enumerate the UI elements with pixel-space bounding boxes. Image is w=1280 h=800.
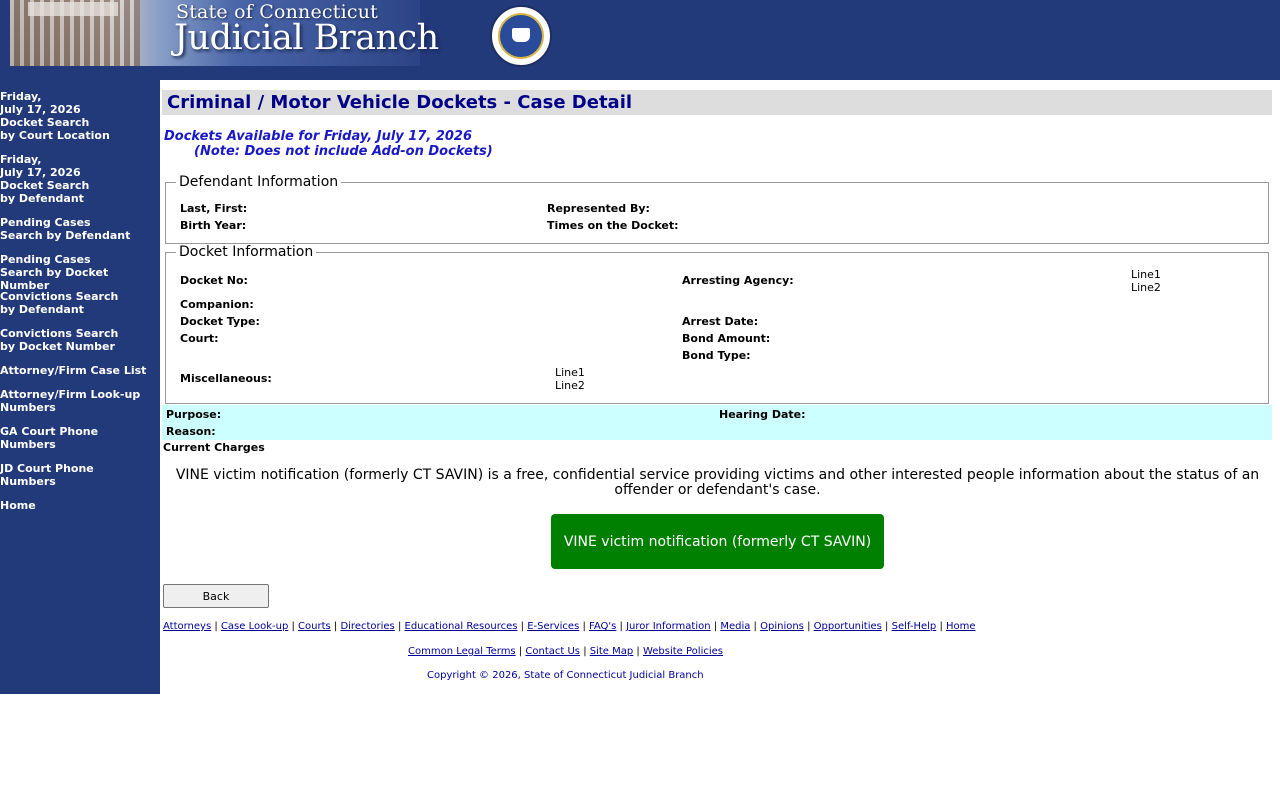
seal-book-icon	[512, 28, 530, 42]
defendant-info-fieldset: Defendant Information Last, First: Birth…	[165, 174, 1269, 244]
docket-info-legend: Docket Information	[176, 244, 317, 260]
sidebar-item-jd-phone[interactable]: JD Court Phone Numbers	[0, 462, 160, 488]
agency-line1: Line1	[1131, 268, 1161, 281]
footer-link-faqs[interactable]: FAQ's	[589, 621, 616, 632]
hearing-date-label: Hearing Date:	[719, 408, 806, 421]
footer-link-website-policies[interactable]: Website Policies	[643, 646, 723, 657]
court-label: Court:	[180, 332, 219, 345]
dockets-available-heading: Dockets Available for Friday, July 17, 2…	[164, 129, 493, 159]
sidebar-item-ga-phone[interactable]: GA Court Phone Numbers	[0, 425, 160, 451]
footer-link-directories[interactable]: Directories	[340, 621, 394, 632]
times-on-docket-label: Times on the Docket:	[547, 219, 679, 232]
courthouse-roof	[28, 2, 118, 16]
sidebar-item-docket-by-location[interactable]: Friday, July 17, 2026 Docket Search by C…	[0, 90, 160, 142]
docket-info-fieldset: Docket Information Docket No: Arresting …	[165, 244, 1269, 404]
docket-type-label: Docket Type:	[180, 315, 260, 328]
current-charges-label: Current Charges	[163, 441, 265, 454]
banner-title: Judicial Branch	[174, 18, 439, 58]
sidebar-item-pending-by-defendant[interactable]: Pending Cases Search by Defendant	[0, 216, 160, 242]
footer-link-opportunities[interactable]: Opportunities	[814, 621, 882, 632]
vine-notification-button[interactable]: VINE victim notification (formerly CT SA…	[551, 514, 884, 569]
sidebar-item-pending-by-docket[interactable]: Pending Cases Search by Docket Number	[0, 253, 160, 292]
seal-center	[498, 13, 544, 59]
sidebar-item-docket-by-defendant[interactable]: Friday, July 17, 2026 Docket Search by D…	[0, 153, 160, 205]
reason-label: Reason:	[166, 425, 216, 438]
birth-year-label: Birth Year:	[180, 219, 247, 232]
sidebar-item-convictions-by-docket[interactable]: Convictions Search by Docket Number	[0, 327, 160, 353]
purpose-label: Purpose:	[166, 408, 222, 421]
footer-link-attorneys[interactable]: Attorneys	[163, 621, 211, 632]
sidebar-item-home[interactable]: Home	[0, 499, 160, 512]
arrest-date-label: Arrest Date:	[682, 315, 759, 328]
back-button[interactable]: Back	[163, 584, 269, 608]
footer-link-case-lookup[interactable]: Case Look-up	[221, 621, 288, 632]
last-first-label: Last, First:	[180, 202, 248, 215]
agency-line2: Line2	[1131, 281, 1161, 294]
footer-link-legal-terms[interactable]: Common Legal Terms	[408, 646, 516, 657]
footer-link-self-help[interactable]: Self-Help	[892, 621, 937, 632]
page-title: Criminal / Motor Vehicle Dockets - Case …	[167, 92, 633, 113]
footer-link-courts[interactable]: Courts	[298, 621, 331, 632]
footer-link-home[interactable]: Home	[946, 621, 976, 632]
footer-link-juror-information[interactable]: Juror Information	[626, 621, 710, 632]
vine-description: VINE victim notification (formerly CT SA…	[175, 467, 1260, 498]
judicial-seal-icon	[490, 5, 552, 67]
footer-link-educational-resources[interactable]: Educational Resources	[405, 621, 518, 632]
footer-link-media[interactable]: Media	[720, 621, 750, 632]
sidebar-nav: Friday, July 17, 2026 Docket Search by C…	[0, 80, 160, 694]
page-title-bar: Criminal / Motor Vehicle Dockets - Case …	[162, 90, 1272, 115]
add-on-note: (Note: Does not include Add-on Dockets)	[194, 144, 493, 159]
misc-line2: Line2	[555, 379, 585, 392]
footer-link-contact-us[interactable]: Contact Us	[525, 646, 580, 657]
footer-link-opinions[interactable]: Opinions	[760, 621, 804, 632]
footer-link-e-services[interactable]: E-Services	[527, 621, 579, 632]
defendant-info-legend: Defendant Information	[176, 174, 342, 190]
misc-line1: Line1	[555, 366, 585, 379]
represented-by-label: Represented By:	[547, 202, 650, 215]
sidebar-item-attorney-lookup[interactable]: Attorney/Firm Look-up Numbers	[0, 388, 160, 414]
dockets-available-text: Dockets Available for Friday, July 17, 2…	[164, 129, 473, 144]
bond-type-label: Bond Type:	[682, 349, 751, 362]
footer-links-secondary: Common Legal Terms | Contact Us | Site M…	[408, 646, 723, 657]
footer-links-primary: Attorneys | Case Look-up | Courts | Dire…	[163, 621, 976, 632]
miscellaneous-label: Miscellaneous:	[180, 372, 272, 385]
docket-no-label: Docket No:	[180, 274, 248, 287]
copyright-text: Copyright © 2026, State of Connecticut J…	[427, 670, 704, 681]
hearing-info-panel: Purpose: Hearing Date: Reason:	[162, 405, 1272, 440]
sidebar-item-attorney-case-list[interactable]: Attorney/Firm Case List	[0, 364, 160, 377]
footer-link-site-map[interactable]: Site Map	[590, 646, 633, 657]
site-banner: State of Connecticut Judicial Branch	[0, 0, 1280, 80]
sidebar-item-convictions-by-defendant[interactable]: Convictions Search by Defendant	[0, 290, 160, 316]
bond-amount-label: Bond Amount:	[682, 332, 771, 345]
arresting-agency-label: Arresting Agency:	[682, 274, 794, 287]
companion-label: Companion:	[180, 298, 254, 311]
